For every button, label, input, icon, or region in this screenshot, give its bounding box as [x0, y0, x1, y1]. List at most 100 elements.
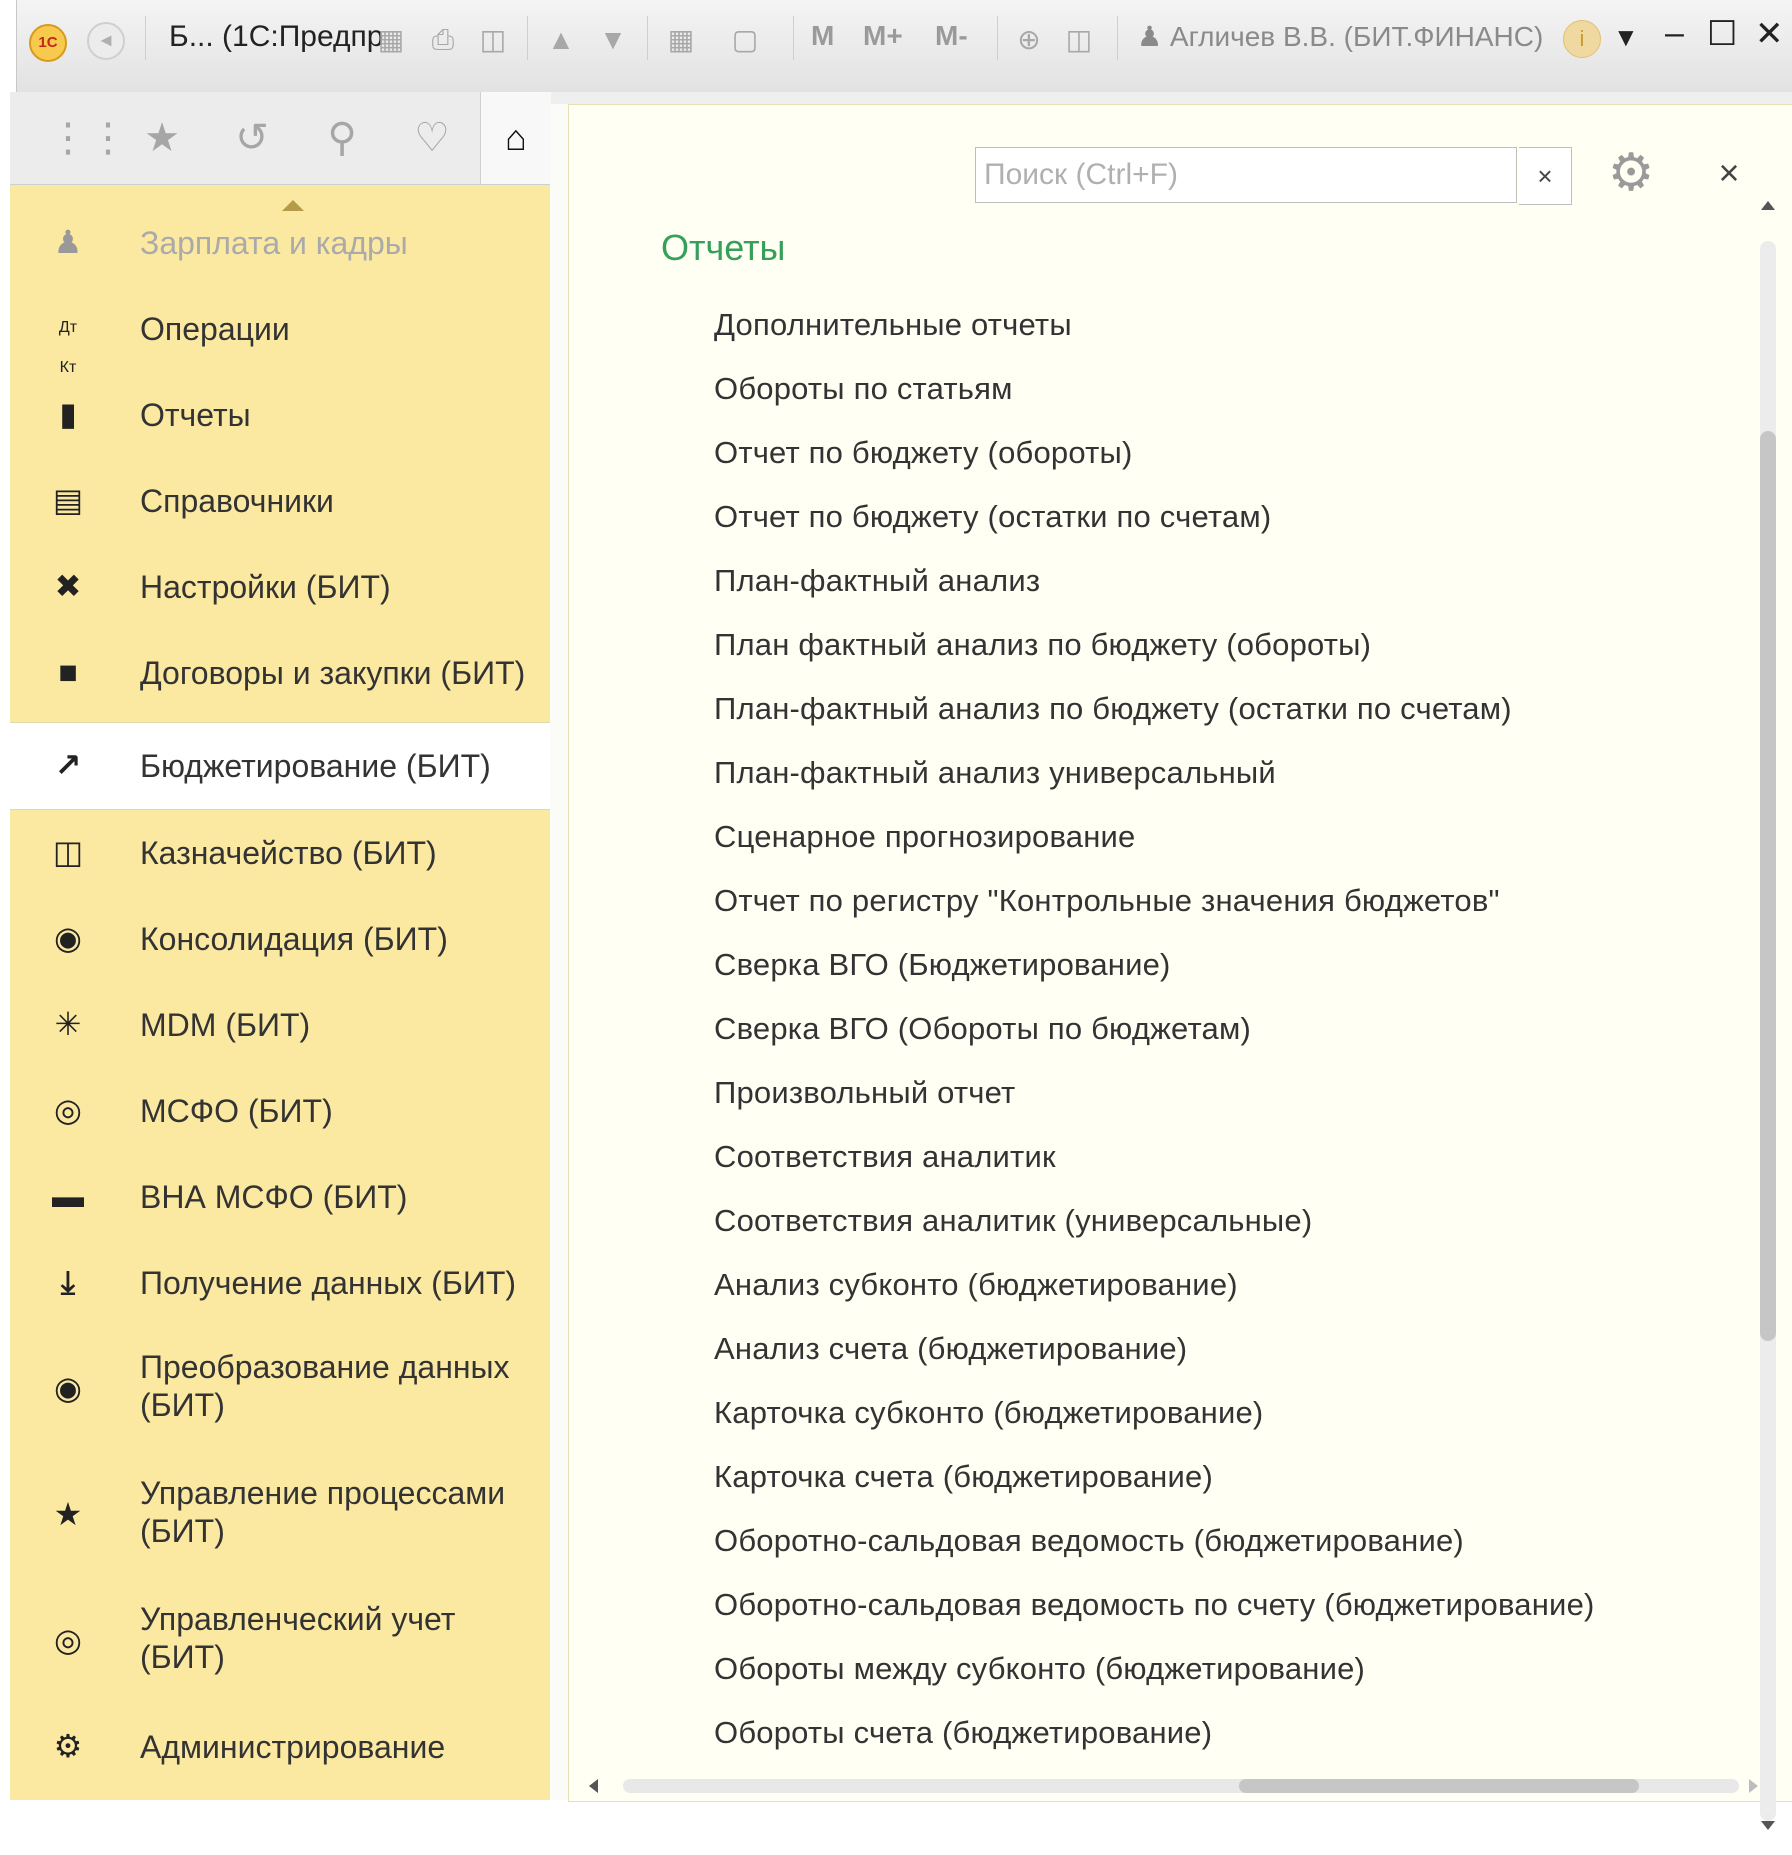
bar-chart-icon: ▮: [59, 396, 77, 432]
sidebar-item-label: Преобразование данных: [140, 1349, 510, 1385]
print-icon[interactable]: ⎙: [425, 22, 461, 58]
1c-logo-icon[interactable]: 1С: [29, 24, 67, 62]
minimize-button[interactable]: –: [1665, 14, 1684, 53]
report-link[interactable]: Отчет по бюджету (остатки по счетам): [714, 499, 1271, 535]
star-icon[interactable]: ★: [138, 114, 186, 162]
report-link[interactable]: Обороты счета (бюджетирование): [714, 1715, 1212, 1751]
report-link[interactable]: Сценарное прогнозирование: [714, 819, 1136, 855]
sidebar-item-label-line2: (БИТ): [140, 1387, 225, 1423]
report-link[interactable]: Оборотно-сальдовая ведомость (бюджетиров…: [714, 1523, 1464, 1559]
sidebar-item-label-line2: (БИТ): [140, 1513, 225, 1549]
apps-grid-icon[interactable]: ⋮⋮: [48, 114, 128, 162]
sidebar-item-vna-ifrs[interactable]: ▬ ВНА МСФО (БИТ): [10, 1154, 550, 1240]
preview-icon[interactable]: ◫: [475, 22, 511, 58]
sidebar-item-data-transform[interactable]: ◉ Преобразование данных (БИТ): [10, 1326, 550, 1450]
report-link[interactable]: Оборотно-сальдовая ведомость по счету (б…: [714, 1587, 1595, 1623]
report-link[interactable]: План-фактный анализ по бюджету (остатки …: [714, 691, 1512, 727]
clear-search-icon[interactable]: ×: [1519, 147, 1572, 205]
report-link[interactable]: План фактный анализ по бюджету (обороты): [714, 627, 1371, 663]
close-window-button[interactable]: ✕: [1755, 14, 1784, 54]
sidebar-item-label-line2: (БИТ): [140, 1639, 225, 1675]
sidebar-item-ifrs[interactable]: ◎ МСФО (БИТ): [10, 1068, 550, 1154]
report-link[interactable]: Соответствия аналитик (универсальные): [714, 1203, 1312, 1239]
report-link[interactable]: Произвольный отчет: [714, 1075, 1015, 1111]
panel-icon[interactable]: ◫: [1061, 22, 1097, 58]
sidebar-item-budgeting[interactable]: ↗ Бюджетирование (БИТ): [10, 722, 550, 810]
sidebar-item-label: Операции: [140, 311, 290, 347]
report-link[interactable]: План-фактный анализ: [714, 563, 1040, 599]
settings-gear-icon[interactable]: ⚙: [1599, 141, 1663, 205]
report-link[interactable]: Карточка счета (бюджетирование): [714, 1459, 1213, 1495]
memory-minus-button[interactable]: M-: [935, 20, 968, 52]
tools-icon: ✖: [54, 568, 82, 604]
report-link[interactable]: План-фактный анализ универсальный: [714, 755, 1276, 791]
report-link[interactable]: Отчет по бюджету (обороты): [714, 435, 1133, 471]
sidebar-item-treasury[interactable]: ◫ Казначейство (БИТ): [10, 810, 550, 896]
report-link[interactable]: Анализ субконто (бюджетирование): [714, 1267, 1238, 1303]
sidebar-item-administration[interactable]: ⚙ Администрирование: [10, 1704, 550, 1790]
sidebar-item-management-accounting[interactable]: ◎ Управленческий учет (БИТ): [10, 1578, 550, 1702]
report-link[interactable]: Обороты между субконто (бюджетирование): [714, 1651, 1365, 1687]
scroll-down-arrow-icon[interactable]: [1761, 1821, 1775, 1830]
back-circle-icon[interactable]: ◄: [87, 22, 125, 60]
report-link[interactable]: Обороты по статьям: [714, 371, 1013, 407]
horizontal-scrollbar[interactable]: [589, 1775, 1769, 1797]
download-icon: ⤓: [60, 1264, 76, 1300]
scroll-right-arrow-icon[interactable]: [1749, 1779, 1758, 1793]
sidebar-item-label: Справочники: [140, 483, 334, 519]
zoom-icon[interactable]: ⊕: [1011, 22, 1047, 58]
sidebar-item-process-mgmt[interactable]: ★ Управление процессами (БИТ): [10, 1452, 550, 1576]
close-panel-icon[interactable]: ×: [1709, 153, 1749, 193]
report-link[interactable]: Карточка субконто (бюджетирование): [714, 1395, 1263, 1431]
report-link[interactable]: Соответствия аналитик: [714, 1139, 1056, 1175]
sidebar-item-data-import[interactable]: ⤓ Получение данных (БИТ): [10, 1240, 550, 1326]
scroll-left-arrow-icon[interactable]: [589, 1779, 598, 1793]
sidebar-item-label: Управленческий учет: [140, 1601, 456, 1637]
target-icon: ◎: [54, 1622, 82, 1658]
scroll-up-arrow-icon[interactable]: [1761, 201, 1775, 210]
sidebar-item-label: Администрирование: [140, 1729, 446, 1765]
sidebar-item-mdm[interactable]: ✳ MDM (БИТ): [10, 982, 550, 1068]
user-name[interactable]: ♟ Агличев В.В. (БИТ.ФИНАНС): [1137, 20, 1543, 53]
memory-m-button[interactable]: M: [811, 20, 834, 52]
sidebar-item-settings[interactable]: ✖ Настройки (БИТ): [10, 544, 550, 630]
report-link[interactable]: Дополнительные отчеты: [714, 307, 1072, 343]
history-icon[interactable]: ↺: [228, 114, 276, 162]
download-icon[interactable]: ▼: [595, 22, 631, 58]
sidebar-item-reports[interactable]: ▮ Отчеты: [10, 372, 550, 458]
report-link[interactable]: Сверка ВГО (Обороты по бюджетам): [714, 1011, 1251, 1047]
books-icon: ▤: [52, 482, 84, 518]
reports-panel: × ⚙ × Отчеты Дополнительные отчеты Оборо…: [568, 104, 1792, 1830]
memory-plus-button[interactable]: M+: [863, 20, 903, 52]
sidebar-item-salary[interactable]: ♟ Зарплата и кадры: [10, 200, 550, 286]
growth-chart-icon: ↗: [54, 747, 82, 783]
menu-dropdown-icon[interactable]: ▼: [1613, 22, 1639, 53]
report-link[interactable]: Анализ счета (бюджетирование): [714, 1331, 1187, 1367]
bell-icon[interactable]: ♡: [408, 114, 456, 162]
sidebar-item-label: Бюджетирование (БИТ): [140, 748, 491, 784]
scroll-thumb[interactable]: [1760, 431, 1776, 1341]
scroll-thumb[interactable]: [1239, 1779, 1639, 1793]
search-icon[interactable]: ⚲: [318, 114, 366, 162]
sidebar-item-label: Казначейство (БИТ): [140, 835, 437, 871]
report-link[interactable]: Отчет по регистру "Контрольные значения …: [714, 883, 1500, 919]
upload-icon[interactable]: ▲: [543, 22, 579, 58]
calendar-icon[interactable]: ▢: [727, 22, 763, 58]
search-input[interactable]: [976, 148, 1496, 202]
report-link[interactable]: Сверка ВГО (Бюджетирование): [714, 947, 1171, 983]
sidebar-item-label: ВНА МСФО (БИТ): [140, 1179, 408, 1215]
sidebar-item-contracts[interactable]: ■ Договоры и закупки (БИТ): [10, 630, 550, 716]
home-icon[interactable]: ⌂: [480, 92, 551, 184]
info-icon[interactable]: i: [1563, 20, 1601, 58]
gear-icon: ⚙: [53, 1728, 83, 1764]
maximize-button[interactable]: ☐: [1707, 14, 1737, 54]
globe-icon: ◎: [54, 1092, 82, 1128]
vertical-scrollbar[interactable]: [1757, 201, 1779, 1830]
sidebar-item-operations[interactable]: Дт Кт Операции: [10, 286, 550, 376]
sidebar-item-label: MDM (БИТ): [140, 1007, 311, 1043]
calculator-icon[interactable]: ▦: [663, 22, 699, 58]
sidebar-item-label: Получение данных (БИТ): [140, 1265, 517, 1301]
save-icon[interactable]: ▦: [373, 22, 409, 58]
sidebar-item-consolidation[interactable]: ◉ Консолидация (БИТ): [10, 896, 550, 982]
sidebar-item-directories[interactable]: ▤ Справочники: [10, 458, 550, 544]
